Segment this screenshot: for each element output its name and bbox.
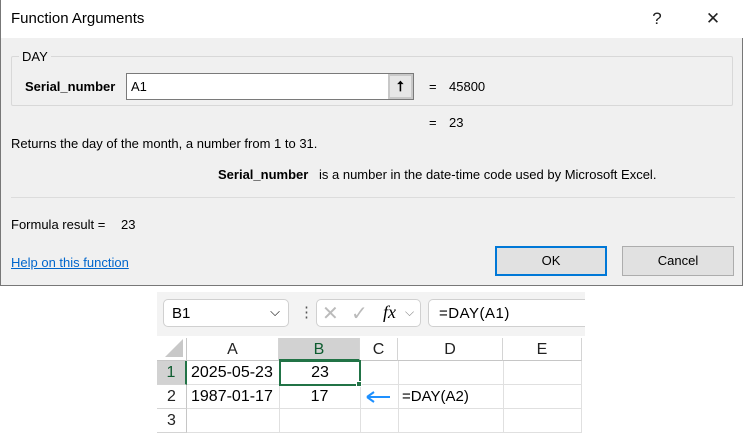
cancel-button[interactable]: Cancel — [622, 246, 734, 276]
row-header-2[interactable]: 2 — [157, 385, 187, 409]
row-header-3[interactable]: 3 — [157, 409, 187, 433]
cell-b1-selected[interactable]: 23 — [279, 360, 361, 386]
column-header-b[interactable]: B — [279, 338, 360, 361]
formula-result: 23 — [121, 217, 136, 232]
arrow-up-icon: ⭡ — [397, 78, 404, 94]
arg-label: Serial_number — [25, 79, 116, 94]
dialog-title: Function Arguments — [11, 10, 145, 27]
insert-function-icon[interactable]: fx — [383, 302, 396, 323]
function-result: 23 — [449, 115, 464, 130]
select-all-button[interactable] — [157, 338, 187, 361]
function-arguments-dialog: Function Arguments ? ✕ DAY Serial_number… — [0, 0, 743, 286]
more-icon[interactable]: ⋮ — [299, 303, 314, 321]
formula-result-label: Formula result = — [11, 217, 106, 232]
arg-eq: = — [429, 79, 437, 94]
cell-b2[interactable]: 17 — [279, 385, 360, 409]
ok-button[interactable]: OK — [495, 246, 607, 276]
column-header-d[interactable]: D — [398, 338, 503, 361]
name-box[interactable]: B1 ⌵ — [163, 299, 289, 327]
cancel-icon[interactable]: ✕ — [322, 301, 339, 326]
serial-number-input[interactable]: A1 — [126, 73, 414, 100]
column-header-e[interactable]: E — [503, 338, 582, 361]
formula-input[interactable]: =DAY(A1) — [428, 299, 585, 327]
collapse-dialog-button[interactable]: ⭡ — [388, 74, 413, 99]
chevron-down-icon[interactable]: ⌵ — [270, 304, 280, 320]
help-button[interactable]: ? — [642, 6, 672, 32]
arg-result: 45800 — [449, 79, 486, 94]
cell-a1[interactable]: 2025-05-23 — [191, 361, 273, 385]
function-name: DAY — [19, 49, 51, 64]
cell-d2[interactable]: =DAY(A2) — [402, 385, 469, 409]
cell-a2[interactable]: 1987-01-17 — [191, 385, 273, 409]
result-eq: = — [429, 115, 437, 130]
chevron-down-icon[interactable]: ⌵ — [405, 305, 414, 320]
arg-desc-name: Serial_number — [218, 167, 309, 182]
formula-buttons: ✕ ✓ fx ⌵ — [316, 299, 421, 327]
title-bar: Function Arguments ? ✕ — [1, 0, 743, 38]
divider — [11, 197, 735, 198]
column-header-a[interactable]: A — [187, 338, 279, 361]
help-link[interactable]: Help on this function — [11, 255, 129, 270]
function-description: Returns the day of the month, a number f… — [11, 136, 318, 151]
close-button[interactable]: ✕ — [698, 6, 728, 32]
arrow-left-icon — [366, 391, 390, 403]
column-header-c[interactable]: C — [360, 338, 398, 361]
enter-icon[interactable]: ✓ — [351, 301, 368, 326]
row-header-1[interactable]: 1 — [157, 361, 187, 385]
arg-description: is a number in the date-time code used b… — [319, 167, 657, 182]
